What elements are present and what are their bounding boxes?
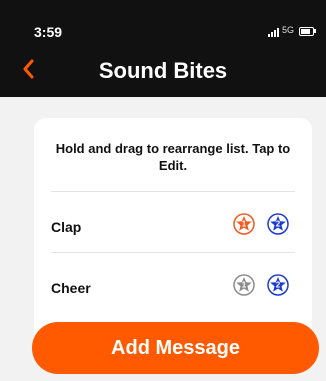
signal-icon (268, 28, 279, 37)
battery-icon (299, 27, 314, 36)
star-badge-icon[interactable]: 1 (233, 213, 255, 235)
badge-number: 2 (276, 220, 281, 229)
list-item-clap[interactable]: Clap 1 2 (51, 191, 295, 252)
back-button[interactable] (22, 58, 34, 85)
list-item-cheer[interactable]: Cheer 1 2 (51, 252, 295, 313)
list-item-label: Cheer (51, 280, 91, 296)
status-time: 3:59 (34, 24, 63, 40)
chevron-left-icon (23, 59, 34, 79)
status-bar: 3:59 5G (0, 0, 326, 50)
battery-tip (314, 29, 316, 33)
add-message-button[interactable]: Add Message (32, 322, 319, 374)
star-badge-icon[interactable]: 2 (267, 213, 289, 235)
list-item-label: Clap (51, 219, 82, 235)
header: 3:59 5G Sound Bites (0, 0, 326, 97)
badge-number: 2 (276, 281, 281, 290)
network-label: 5G (282, 25, 295, 35)
badge-number: 1 (242, 220, 247, 229)
star-badge-icon[interactable]: 1 (233, 274, 255, 296)
star-badge-icon[interactable]: 2 (267, 274, 289, 296)
page-title: Sound Bites (98, 58, 228, 83)
badge-number: 1 (242, 281, 247, 290)
instructions-text: Hold and drag to rearrange list. Tap to … (55, 141, 291, 173)
